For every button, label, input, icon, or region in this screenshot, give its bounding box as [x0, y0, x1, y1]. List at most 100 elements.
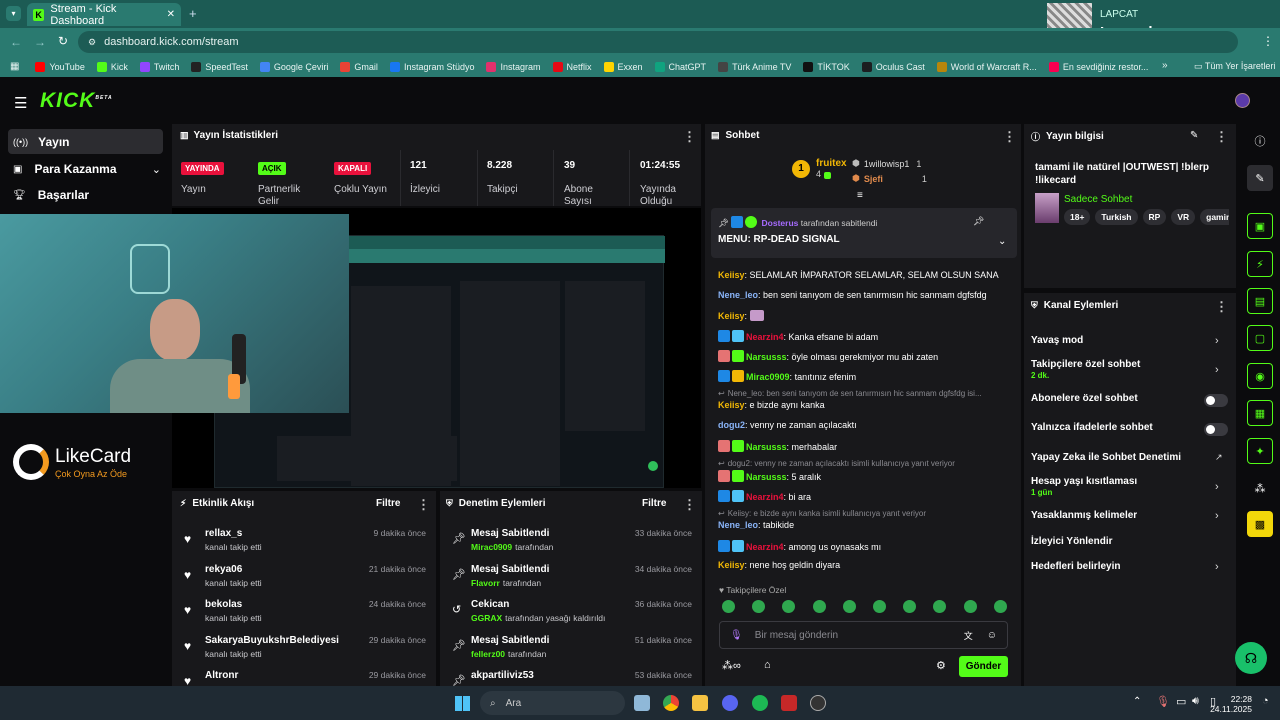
- channel-action-item[interactable]: İzleyici Yönlendir: [1031, 536, 1113, 547]
- stream-tag[interactable]: Turkish: [1095, 209, 1138, 225]
- chat-username[interactable]: Nearzin4: [746, 332, 784, 342]
- bookmark-item[interactable]: Oculus Cast: [861, 61, 925, 72]
- back-icon[interactable]: ←: [10, 35, 22, 49]
- send-button[interactable]: Gönder: [959, 656, 1008, 677]
- kick-logo[interactable]: KICKBETA: [40, 89, 113, 113]
- chat-message[interactable]: Narsusss: 5 aralık: [718, 470, 821, 482]
- support-chat-button[interactable]: ☊: [1235, 642, 1267, 674]
- apps-icon[interactable]: ▦: [10, 61, 19, 72]
- clapper-icon[interactable]: ▩: [1247, 511, 1273, 537]
- channel-action-item[interactable]: Takipçilere özel sohbet 2 dk.: [1031, 359, 1140, 380]
- chat-message[interactable]: Keiisy:: [718, 310, 764, 321]
- notes-icon[interactable]: ▤: [1247, 288, 1273, 314]
- channel-action-item[interactable]: Hesap yaşı kısıtlaması 1 gün: [1031, 476, 1137, 497]
- spotify-icon[interactable]: [752, 695, 768, 711]
- chat-username[interactable]: Narsusss: [746, 472, 787, 482]
- channel-action-item[interactable]: Yasaklanmış kelimeler: [1031, 510, 1137, 521]
- shop-icon[interactable]: ⌂: [764, 659, 771, 671]
- channel-action-item[interactable]: Yalnızca ifadelerle sohbet: [1031, 422, 1153, 433]
- discord-icon[interactable]: [722, 695, 738, 711]
- channel-action-item[interactable]: Hedefleri belirleyin: [1031, 561, 1120, 572]
- chat-username[interactable]: Keiisy: [718, 400, 745, 410]
- chevron-right-icon[interactable]: ›: [1215, 561, 1219, 573]
- site-info-icon[interactable]: ⚙: [88, 37, 96, 48]
- chevron-right-icon[interactable]: ›: [1215, 335, 1219, 347]
- chat-username[interactable]: Nearzin4: [746, 492, 784, 502]
- external-link-icon[interactable]: ↗: [1215, 452, 1223, 463]
- windows-start-icon[interactable]: [455, 696, 470, 711]
- chevron-down-icon[interactable]: ⌄: [998, 236, 1006, 247]
- bookmark-item[interactable]: YouTube: [35, 61, 85, 72]
- browser-tab[interactable]: K Stream - Kick Dashboard ✕: [27, 3, 181, 27]
- chat-username[interactable]: Keiisy: [718, 560, 745, 570]
- bookmark-item[interactable]: Twitch: [139, 61, 179, 72]
- reload-icon[interactable]: ↻: [58, 34, 68, 48]
- chat-message[interactable]: Narsusss: öyle olması gerekmiyor mu abi …: [718, 350, 938, 362]
- channel-action-item[interactable]: Abonelere özel sohbet: [1031, 393, 1138, 404]
- tray-chevron-icon[interactable]: ⌃: [1133, 696, 1141, 707]
- emote-icon[interactable]: [873, 600, 886, 613]
- steam-icon[interactable]: [810, 695, 826, 711]
- stream-tag[interactable]: gaming: [1200, 209, 1229, 225]
- emote-icon[interactable]: [842, 600, 856, 613]
- sidebar-item-para-kazanma[interactable]: ▣ Para Kazanma ⌄: [13, 161, 161, 177]
- chat-message[interactable]: Keiisy: SELAMLAR İMPARATOR SELAMLAR, SEL…: [718, 270, 999, 280]
- expand-icon[interactable]: ≡: [857, 190, 863, 201]
- chat-message[interactable]: dogu2: venny ne zaman açılacaktı: [718, 420, 857, 430]
- new-tab-button[interactable]: +: [189, 6, 197, 21]
- obs-icon[interactable]: [781, 695, 797, 711]
- chat-message[interactable]: Keiisy: e bizde aynı kanka: [718, 400, 825, 410]
- activity-more-icon[interactable]: ⋮: [417, 497, 430, 513]
- stats-more-icon[interactable]: ⋮: [683, 129, 696, 145]
- emoji-icon[interactable]: ☺: [987, 630, 997, 641]
- tray-volume-icon[interactable]: 🔊︎: [1192, 695, 1199, 708]
- toggle-switch[interactable]: [1204, 423, 1228, 436]
- file-explorer-icon[interactable]: [692, 695, 708, 711]
- chat-username[interactable]: Narsusss: [746, 352, 787, 362]
- chat-message[interactable]: Nearzin4: Kanka efsane bi adam: [718, 330, 878, 342]
- hamburger-menu-icon[interactable]: ☰: [14, 94, 27, 112]
- chat-username[interactable]: Keiisy: [718, 311, 745, 321]
- bookmark-item[interactable]: World of Warcraft R...: [936, 61, 1037, 72]
- chat-username[interactable]: Mirac0909: [746, 372, 790, 382]
- tray-network-icon[interactable]: ▭: [1176, 695, 1186, 708]
- channel-action-item[interactable]: Yavaş mod: [1031, 335, 1083, 346]
- bookmark-item[interactable]: TİKTOK: [803, 61, 850, 72]
- chat-message[interactable]: Nene_leo: ben seni tanıyom de sen tanırm…: [718, 290, 987, 300]
- chat-username[interactable]: Nene_leo: [718, 290, 758, 300]
- tab-menu-button[interactable]: ▾: [6, 6, 21, 21]
- forward-icon[interactable]: →: [34, 35, 46, 49]
- channel-actions-more-icon[interactable]: ⋮: [1215, 299, 1228, 315]
- activity-filter-button[interactable]: Filtre: [376, 498, 400, 509]
- bookmark-item[interactable]: Google Çeviri: [259, 61, 328, 72]
- chat-username[interactable]: dogu2: [718, 420, 745, 430]
- category-name[interactable]: Sadece Sohbet: [1064, 194, 1132, 205]
- user-avatar[interactable]: [1235, 93, 1250, 108]
- bookmark-item[interactable]: En sevdiğiniz restor...: [1048, 61, 1148, 72]
- layout-icon[interactable]: ▦: [1247, 400, 1273, 426]
- bookmark-item[interactable]: Kick: [96, 61, 128, 72]
- chevron-right-icon[interactable]: ›: [1215, 364, 1219, 376]
- chat-message[interactable]: Nearzin4: bi ara: [718, 490, 811, 502]
- screen-icon[interactable]: ▣: [1247, 213, 1273, 239]
- tray-mic-icon[interactable]: 🎙︎: [1156, 695, 1170, 708]
- chat-message[interactable]: Mirac0909: tanıtınız efenim: [718, 370, 856, 382]
- translate-icon[interactable]: 文: [964, 629, 973, 642]
- sidebar-item-yayin[interactable]: ((•)) Yayın: [8, 129, 163, 154]
- mod-more-icon[interactable]: ⋮: [683, 497, 696, 513]
- wrench-icon[interactable]: ✦: [1247, 438, 1273, 464]
- mod-filter-button[interactable]: Filtre: [642, 498, 666, 509]
- toggle-switch[interactable]: [1204, 394, 1228, 407]
- chat-settings-icon[interactable]: ⚙: [936, 659, 946, 672]
- url-field[interactable]: ⚙ dashboard.kick.com/stream: [78, 31, 1238, 53]
- bookmark-item[interactable]: Türk Anime TV: [718, 61, 791, 72]
- taskbar-search[interactable]: ⌕ Ara: [480, 691, 625, 715]
- task-view-icon[interactable]: [634, 695, 650, 711]
- chevron-right-icon[interactable]: ›: [1215, 481, 1219, 493]
- notification-icon[interactable]: ◔: [1262, 695, 1269, 707]
- emote-icon[interactable]: [812, 600, 826, 613]
- chat-message[interactable]: Nearzin4: among us oynasaks mı: [718, 540, 881, 552]
- pinned-message[interactable]: 📌︎ Dosterus tarafından sabitlendi MENU: …: [711, 208, 1017, 258]
- bookmark-item[interactable]: Gmail: [340, 61, 378, 72]
- unpin-icon[interactable]: 📌︎: [973, 216, 984, 227]
